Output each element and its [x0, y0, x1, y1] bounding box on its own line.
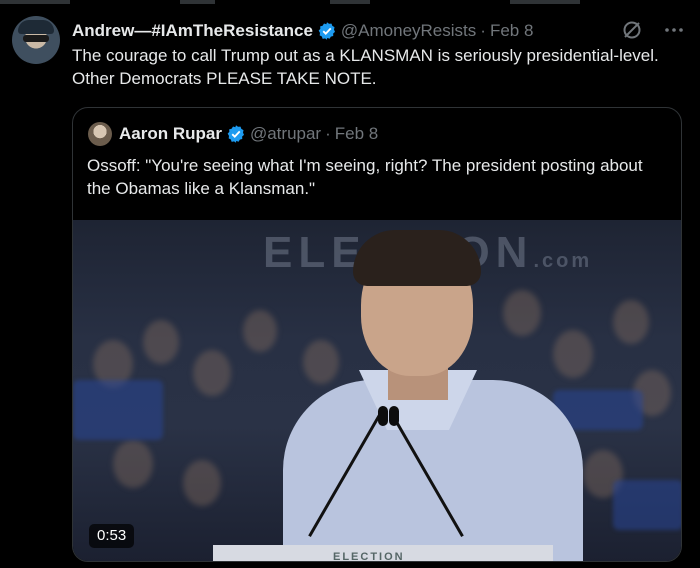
author-avatar[interactable]: [12, 16, 60, 64]
verified-badge-icon: [318, 22, 335, 40]
crowd-sign: [613, 480, 681, 530]
quoted-author-handle[interactable]: @atrupar: [250, 124, 321, 144]
crowd-figure: [243, 310, 277, 352]
video-player[interactable]: ELECTION.com ELECTION 0:53: [73, 220, 681, 562]
crowd-figure: [503, 290, 541, 336]
quoted-author-name[interactable]: Aaron Rupar: [119, 124, 222, 144]
speaker-hair: [353, 230, 481, 286]
quoted-tweet-text: Ossoff: "You're seeing what I'm seeing, …: [87, 156, 643, 198]
microphone: [389, 406, 399, 426]
avatar-sunglasses: [23, 35, 49, 42]
author-handle[interactable]: @AmoneyResists: [341, 21, 476, 41]
crowd-figure: [303, 340, 339, 384]
verified-badge-icon: [227, 125, 244, 143]
grok-icon[interactable]: [620, 18, 644, 42]
crowd-figure: [613, 300, 649, 344]
quoted-tweet-header: Aaron Rupar @atrupar · Feb 8: [119, 123, 378, 145]
author-name[interactable]: Andrew—#IAmTheResistance: [72, 21, 313, 41]
crowd-figure: [183, 460, 221, 506]
tweet-text: The courage to call Trump out as a KLANS…: [72, 46, 659, 88]
video-duration-badge: 0:53: [89, 524, 135, 548]
quoted-tweet[interactable]: Aaron Rupar @atrupar · Feb 8 Ossoff: "Yo…: [72, 107, 682, 562]
divider-segment: [330, 0, 370, 4]
avatar-cap: [18, 20, 54, 34]
divider-segment: [0, 0, 70, 4]
separator-dot: ·: [325, 124, 331, 143]
microphone: [378, 406, 388, 426]
divider-segment: [180, 0, 215, 4]
background-sign-suffix: .com: [533, 250, 593, 272]
crowd-figure: [113, 440, 153, 488]
more-options-icon[interactable]: [662, 18, 686, 42]
quoted-tweet-date[interactable]: Feb 8: [335, 124, 378, 144]
crowd-figure: [553, 330, 593, 378]
crowd-sign: [73, 380, 163, 440]
separator-dot: ·: [480, 21, 486, 40]
tweet-actions: [620, 18, 686, 42]
tweet-header: Andrew—#IAmTheResistance @AmoneyResists …: [72, 20, 533, 42]
tweet-date[interactable]: Feb 8: [490, 21, 533, 41]
crowd-figure: [193, 350, 231, 396]
timeline-top-divider: [0, 0, 700, 7]
divider-segment: [510, 0, 580, 4]
podium-text: ELECTION: [333, 551, 405, 562]
crowd-figure: [143, 320, 179, 364]
quoted-author-avatar[interactable]: [88, 122, 112, 146]
